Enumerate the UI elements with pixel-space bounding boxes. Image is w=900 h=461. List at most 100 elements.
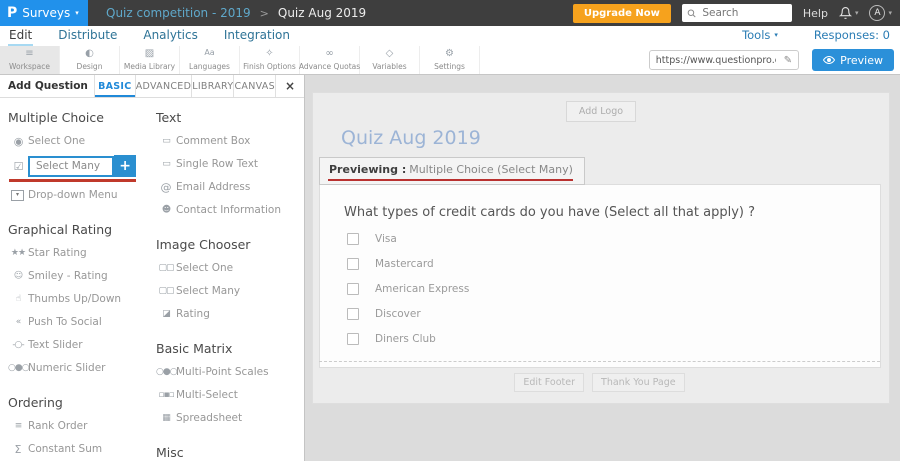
question-type-item[interactable]: @ Email Address	[156, 176, 296, 198]
question-type-item[interactable]: ◪ Rating	[156, 303, 296, 325]
survey-title[interactable]: Quiz Aug 2019	[341, 127, 889, 149]
survey-url-input[interactable]	[650, 55, 778, 66]
question-type-label: Select One	[28, 135, 85, 147]
question-type-item[interactable]: ☻ Contact Information	[156, 199, 296, 221]
question-type-item[interactable]: ▭ Comment Box	[156, 130, 296, 152]
answer-option[interactable]: American Express	[347, 282, 880, 295]
question-panel-tab[interactable]: ADVANCED	[135, 75, 192, 97]
checkbox[interactable]	[347, 333, 359, 345]
answer-option[interactable]: Mastercard	[347, 257, 880, 270]
dropdown-icon: ▾	[11, 190, 24, 201]
question-type-item[interactable]: ☑ Select Many	[8, 155, 156, 177]
question-type-item[interactable]: -○- Text Slider	[8, 334, 156, 356]
checkbox[interactable]	[347, 283, 359, 295]
surveys-menu[interactable]: P Surveys ▾	[0, 0, 88, 26]
toolbar-item[interactable]: Aa Languages	[180, 46, 240, 74]
comment-box-icon: ▭	[156, 137, 176, 146]
question-type-item[interactable]: ◉ Select One	[8, 130, 156, 152]
question-type-item[interactable]: ☝ Thumbs Up/Down	[8, 288, 156, 310]
question-type-item[interactable]: ★★ Star Rating	[8, 242, 156, 264]
section-items: ▢▢ Select One ▢▢ Select Many	[156, 257, 296, 325]
tools-menu[interactable]: Tools ▾	[742, 28, 778, 42]
toolbar-item[interactable]: ◐ Design	[60, 46, 120, 74]
chevron-down-icon: ▾	[855, 9, 859, 17]
section-title: Graphical Rating	[8, 222, 156, 237]
question-type-item[interactable]: ☺ Smiley - Rating	[8, 265, 156, 287]
answer-option[interactable]: Discover	[347, 307, 880, 320]
checkbox[interactable]	[347, 308, 359, 320]
section-items: ★★ Star Rating ☺ Smiley - Rating	[8, 242, 156, 379]
question-type-label: Select Many	[176, 285, 240, 297]
toolbar-item[interactable]: ∞ Advance Quotas	[300, 46, 360, 74]
search-icon	[687, 8, 696, 19]
toolbar-item[interactable]: ⚙ Settings	[420, 46, 480, 74]
question-type-item[interactable]: ○●○ Multi-Point Scales	[156, 361, 296, 383]
question-type-item[interactable]: ▫▪▫ Multi-Select	[156, 384, 296, 406]
search-box[interactable]	[682, 4, 792, 22]
section-items: ◉ Select One ☑ Select Many	[8, 130, 156, 206]
question-card[interactable]: What types of credit cards do you have (…	[319, 184, 881, 368]
toolbar-item[interactable]: ▨ Media Library	[120, 46, 180, 74]
account-menu[interactable]: A ▾	[869, 5, 892, 21]
add-logo-button[interactable]: Add Logo	[566, 101, 636, 122]
question-text[interactable]: What types of credit cards do you have (…	[344, 205, 880, 220]
toolbar-item[interactable]: ≡ Workspace	[0, 46, 60, 74]
search-input[interactable]	[700, 6, 787, 20]
question-type-item[interactable]: ▢▢ Select One	[156, 257, 296, 279]
advance-quotas-icon: ∞	[325, 49, 333, 60]
footer-button[interactable]: Thank You Page	[592, 373, 685, 392]
nav-tab[interactable]: Integration	[223, 28, 291, 47]
avatar: A	[869, 5, 885, 21]
question-type-item[interactable]: ▦ Spreadsheet	[156, 407, 296, 429]
toolbar-item[interactable]: ✧ Finish Options	[240, 46, 300, 74]
question-type-item[interactable]: ▢▢ Select Many	[156, 280, 296, 302]
responses-count[interactable]: Responses: 0	[814, 28, 890, 42]
question-type-label: Spreadsheet	[176, 412, 242, 424]
section-title: Basic Matrix	[156, 341, 296, 356]
question-panel-tab[interactable]: CANVAS	[233, 75, 274, 97]
question-type-item[interactable]: Σ Constant Sum	[8, 438, 156, 460]
question-type-section: Text ▭ Comment Box	[156, 110, 296, 221]
question-type-item[interactable]: ○●○ Numeric Slider	[8, 357, 156, 379]
question-type-item[interactable]: ≡ Rank Order	[8, 415, 156, 437]
chevron-down-icon: ▾	[75, 9, 79, 17]
settings-icon: ⚙	[445, 49, 454, 60]
topbar-right: Upgrade Now Help ▾ A ▾	[573, 4, 900, 23]
variables-icon: ◇	[386, 49, 394, 60]
question-panel-tab[interactable]: BASIC	[94, 75, 135, 97]
nav-tab[interactable]: Edit	[8, 28, 33, 47]
toolbar-item[interactable]: ◇ Variables	[360, 46, 420, 74]
edit-url-icon[interactable]: ✎	[778, 55, 798, 66]
survey-url-box: ✎	[649, 50, 799, 70]
image-rating-icon: ◪	[156, 310, 176, 319]
nav-tab[interactable]: Analytics	[142, 28, 199, 47]
question-type-item[interactable]: ▭ Single Row Text	[156, 153, 296, 175]
section-title: Misc	[156, 445, 296, 460]
add-icon[interactable]	[114, 155, 136, 177]
question-type-label: Text Slider	[28, 339, 83, 351]
multi-select-icon: ▫▪▫	[156, 391, 176, 400]
question-type-item[interactable]: ▾ Drop-down Menu	[8, 184, 156, 206]
breadcrumb-survey-folder[interactable]: Quiz competition - 2019	[106, 6, 251, 20]
section-items: ○●○ Multi-Point Scales ▫▪▫ Multi-Select	[156, 361, 296, 429]
checkbox[interactable]	[347, 233, 359, 245]
spreadsheet-icon: ▦	[156, 414, 176, 423]
answer-option-label: American Express	[375, 283, 469, 295]
question-panel-tab[interactable]: LIBRARY	[191, 75, 233, 97]
multi-point-scales-icon: ○●○	[156, 368, 176, 377]
question-type-label: Push To Social	[28, 316, 102, 328]
answer-option[interactable]: Diners Club	[347, 332, 880, 345]
question-type-item[interactable]: « Push To Social	[8, 311, 156, 333]
tools-label: Tools	[742, 28, 770, 42]
finish-options-icon: ✧	[265, 49, 273, 60]
help-link[interactable]: Help	[803, 7, 828, 20]
upgrade-now-button[interactable]: Upgrade Now	[573, 4, 671, 23]
preview-button[interactable]: Preview	[812, 49, 894, 71]
notifications-menu[interactable]: ▾	[839, 6, 859, 20]
nav-tab[interactable]: Distribute	[57, 28, 118, 47]
answer-option[interactable]: Visa	[347, 232, 880, 245]
footer-button[interactable]: Edit Footer	[514, 373, 584, 392]
close-icon[interactable]: ×	[275, 75, 304, 97]
question-type-section: Multiple Choice ◉ Select One	[8, 110, 156, 206]
checkbox[interactable]	[347, 258, 359, 270]
